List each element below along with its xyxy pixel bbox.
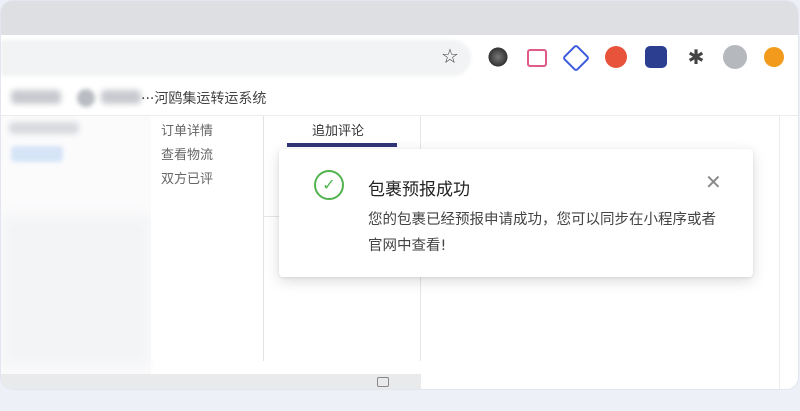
bookmark-title[interactable]: ···河鸥集运转运系统 bbox=[141, 88, 266, 108]
success-notification: ✓ 包裹预报成功 ✕ 您的包裹已经预报申请成功，您可以同步在小程序或者官网中查看… bbox=[279, 149, 753, 277]
bookmark-item[interactable] bbox=[101, 90, 141, 104]
camera-extension-icon[interactable] bbox=[487, 46, 509, 68]
add-comment-button[interactable]: 追加评论 bbox=[312, 120, 364, 139]
blurred-text bbox=[9, 122, 79, 134]
divider bbox=[779, 116, 780, 389]
left-panel bbox=[1, 116, 151, 389]
notification-message: 您的包裹已经预报申请成功，您可以同步在小程序或者官网中查看! bbox=[368, 212, 716, 254]
address-bar[interactable] bbox=[1, 40, 471, 76]
profile-avatar[interactable] bbox=[723, 45, 747, 69]
blurred-button[interactable] bbox=[11, 146, 63, 162]
order-details-link[interactable]: 订单详情 bbox=[161, 120, 213, 139]
both-reviewed-label: 双方已评 bbox=[161, 172, 214, 187]
bookmark-star-icon[interactable]: ☆ bbox=[439, 45, 461, 67]
close-icon[interactable]: ✕ bbox=[705, 172, 722, 192]
flag-extension-icon[interactable] bbox=[645, 46, 667, 68]
cube-extension-icon[interactable] bbox=[561, 43, 591, 73]
upload-icon[interactable] bbox=[764, 47, 784, 67]
browser-toolbar: ☆ ✱ bbox=[1, 35, 798, 82]
tab-strip bbox=[1, 1, 798, 35]
blurred-area bbox=[1, 216, 151, 366]
bottom-icon[interactable] bbox=[377, 377, 389, 387]
puzzle-icon[interactable]: ✱ bbox=[685, 46, 707, 68]
browser-window: ☆ ✱ ···河鸥集运转运系统 订单详情 查看物流 双方已评 追加评论 ✓ 包裹… bbox=[1, 1, 798, 389]
active-indicator bbox=[287, 143, 397, 147]
bookmark-favicon-icon bbox=[77, 89, 95, 107]
bookmark-item[interactable] bbox=[11, 90, 61, 104]
infinity-extension-icon[interactable] bbox=[605, 46, 627, 68]
bottom-bar bbox=[1, 374, 421, 389]
tv-extension-icon[interactable] bbox=[527, 49, 547, 67]
success-check-icon: ✓ bbox=[314, 170, 344, 200]
notification-title: 包裹预报成功 bbox=[368, 180, 470, 200]
bookmarks-bar: ···河鸥集运转运系统 bbox=[1, 81, 798, 116]
order-actions: 订单详情 查看物流 双方已评 bbox=[151, 116, 264, 361]
view-logistics-link[interactable]: 查看物流 bbox=[161, 144, 213, 163]
